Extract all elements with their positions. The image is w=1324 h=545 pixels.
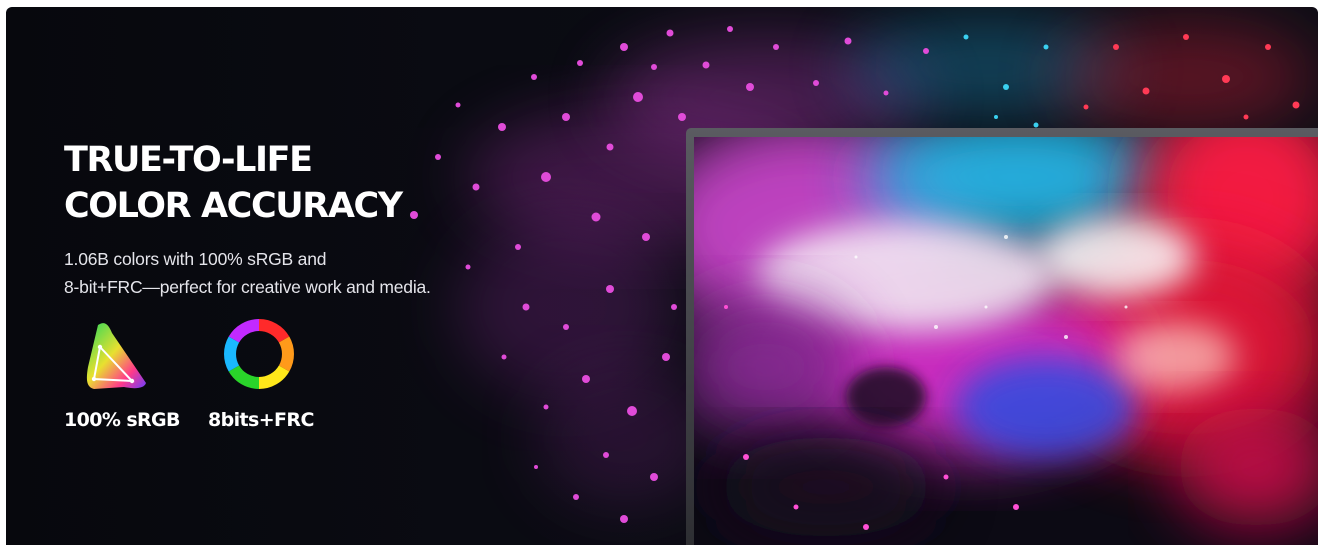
page-title: TRUE-TO-LIFE COLOR ACCURACY [64, 137, 403, 229]
headline-line-2: COLOR ACCURACY [64, 186, 403, 226]
color-gamut-triangle-icon [86, 323, 146, 389]
feature-description: 1.06B colors with 100% sRGB and 8-bit+FR… [64, 245, 431, 301]
color-wheel-ring-icon [224, 319, 294, 389]
color-accuracy-banner: TRUE-TO-LIFE COLOR ACCURACY 1.06B colors… [6, 7, 1318, 545]
feature-label-srgb: 100% sRGB [64, 409, 181, 431]
headline-line-1: TRUE-TO-LIFE [64, 140, 313, 180]
description-line-2: 8-bit+FRC—perfect for creative work and … [64, 277, 431, 297]
monitor-screen [694, 137, 1318, 545]
description-line-1: 1.06B colors with 100% sRGB and [64, 249, 327, 269]
feature-label-8bit-frc: 8bits+FRC [208, 409, 314, 431]
